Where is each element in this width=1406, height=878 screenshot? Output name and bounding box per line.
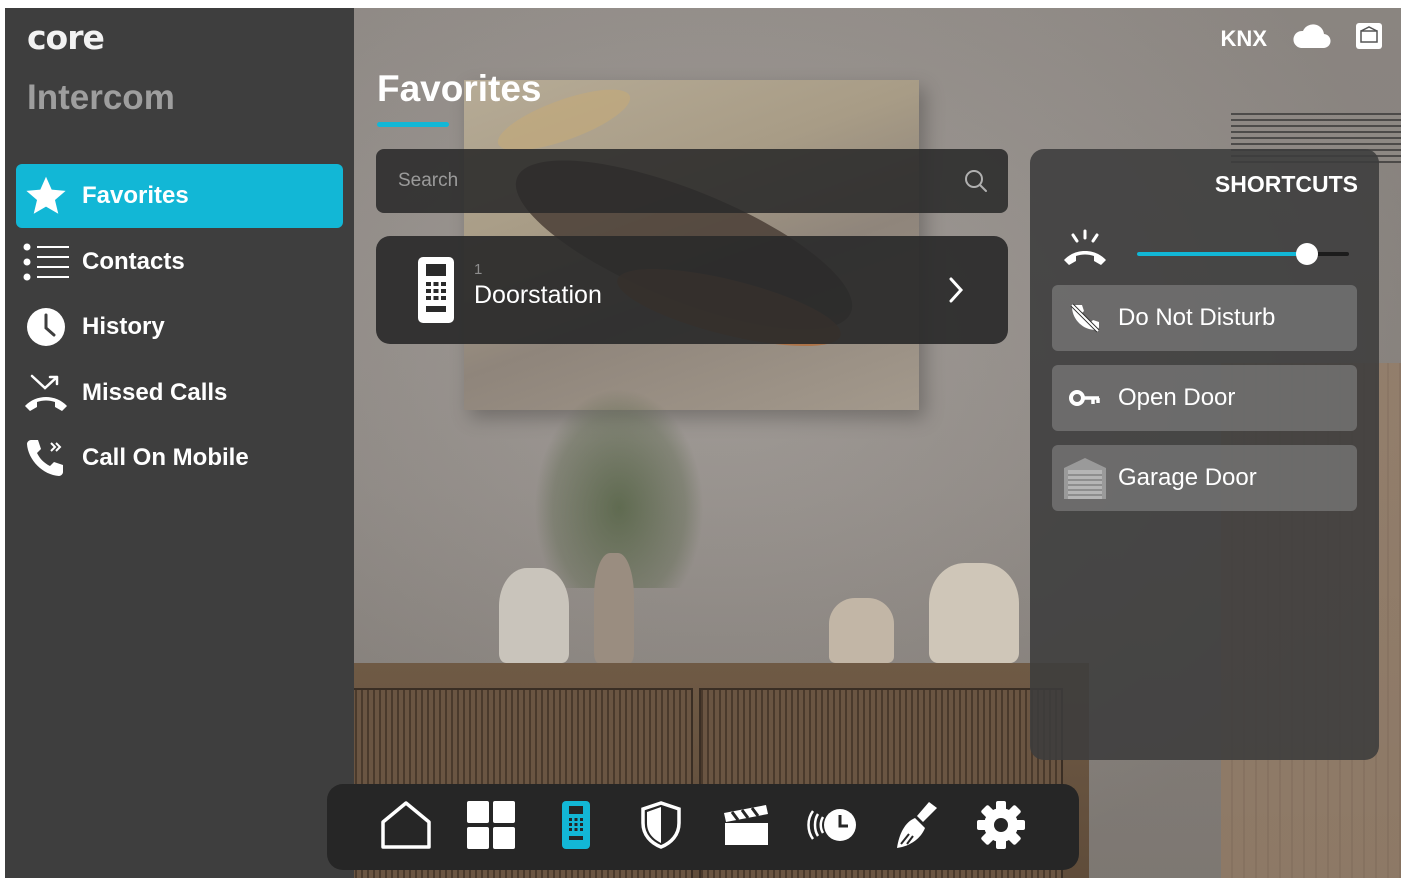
shield-icon: [639, 800, 683, 854]
sidebar-item-label: Contacts: [82, 248, 185, 275]
search-icon[interactable]: [964, 169, 988, 193]
dock-settings-button[interactable]: [971, 797, 1031, 857]
garage-door-icon: [1052, 456, 1118, 500]
app-window: core Intercom Favorites Contacts History…: [5, 8, 1401, 878]
bottom-dock: [327, 784, 1079, 870]
garage-door-button[interactable]: Garage Door: [1052, 445, 1357, 511]
sidebar-item-label: Call On Mobile: [82, 444, 249, 471]
tablet-icon[interactable]: [1355, 22, 1383, 55]
sidebar-item-call-on-mobile[interactable]: Call On Mobile: [16, 426, 343, 490]
sidebar-item-contacts[interactable]: Contacts: [16, 230, 343, 294]
favorite-texts: 1 Doorstation: [474, 261, 948, 310]
sidebar-item-favorites[interactable]: Favorites: [16, 164, 343, 228]
sidebar-item-history[interactable]: History: [16, 295, 343, 359]
broom-icon: [891, 800, 941, 855]
list-icon: [16, 243, 76, 281]
cloud-icon[interactable]: [1291, 22, 1331, 55]
app-title: Intercom: [27, 78, 175, 117]
search-placeholder: Search: [398, 170, 459, 191]
favorite-name: Doorstation: [474, 280, 602, 309]
knx-status: KNX: [1220, 25, 1267, 51]
open-door-button[interactable]: Open Door: [1052, 365, 1357, 431]
sidebar: core Intercom Favorites Contacts History…: [5, 8, 354, 878]
dock-intercom-button[interactable]: [546, 797, 606, 857]
timer-icon: [805, 807, 857, 848]
clapperboard-icon: [722, 803, 770, 852]
sidebar-item-label: Favorites: [82, 182, 189, 209]
sidebar-item-missed-calls[interactable]: Missed Calls: [16, 361, 343, 425]
slider-fill: [1137, 252, 1307, 256]
home-icon: [380, 800, 432, 855]
chevron-right-icon[interactable]: [948, 277, 964, 303]
intercom-icon: [561, 800, 590, 854]
shortcut-label: Open Door: [1118, 384, 1236, 411]
do-not-disturb-button[interactable]: Do Not Disturb: [1052, 285, 1357, 351]
star-icon: [16, 174, 76, 218]
shortcuts-title: SHORTCUTS: [1214, 171, 1358, 197]
dock-security-button[interactable]: [631, 797, 691, 857]
missed-call-icon: [16, 373, 76, 413]
slider-knob[interactable]: [1295, 243, 1318, 265]
search-input[interactable]: Search: [376, 149, 1008, 213]
clock-icon: [16, 307, 76, 347]
shortcut-label: Do Not Disturb: [1118, 304, 1276, 331]
key-icon: [1052, 389, 1118, 407]
sidebar-item-label: History: [82, 313, 165, 340]
dock-home-button[interactable]: [376, 797, 436, 857]
dock-cleaning-button[interactable]: [886, 797, 946, 857]
dock-scheduler-button[interactable]: [801, 797, 861, 857]
title-underline: [377, 122, 449, 127]
sidebar-item-label: Missed Calls: [82, 379, 228, 406]
dock-rooms-button[interactable]: [461, 797, 521, 857]
grid-icon: [466, 800, 515, 854]
doorstation-icon: [408, 256, 464, 324]
ring-volume-slider[interactable]: [1137, 243, 1349, 265]
status-bar: KNX: [1221, 22, 1383, 55]
shortcuts-panel: SHORTCUTS Do Not Disturb Open Door Garag…: [1030, 149, 1379, 760]
ringer-icon: [1062, 229, 1108, 272]
dock-scenes-button[interactable]: [716, 797, 776, 857]
gear-icon: [976, 800, 1026, 855]
page-title: Favorites: [377, 68, 542, 109]
call-forward-icon: [16, 437, 76, 479]
favorite-number: 1: [474, 260, 483, 278]
favorite-item-doorstation[interactable]: 1 Doorstation: [376, 236, 1008, 344]
logo: core: [27, 18, 105, 57]
shortcut-label: Garage Door: [1118, 464, 1257, 491]
do-not-disturb-icon: [1052, 302, 1118, 334]
